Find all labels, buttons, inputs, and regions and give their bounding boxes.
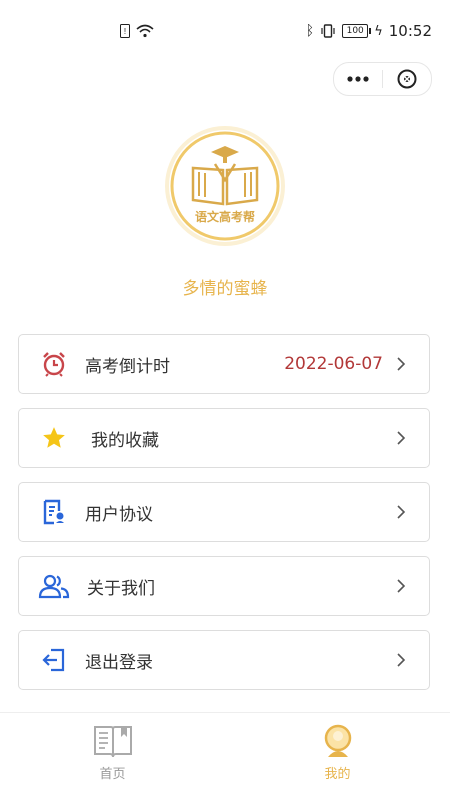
menu-item-countdown[interactable]: 高考倒计时 2022-06-07 [18, 334, 430, 394]
countdown-date: 2022-06-07 [284, 354, 383, 374]
menu-item-user-agreement[interactable]: 用户协议 [18, 482, 430, 542]
logout-icon [37, 643, 71, 677]
users-icon [37, 569, 71, 603]
miniprogram-capsule [333, 62, 432, 96]
vibrate-icon [321, 24, 335, 38]
tab-label: 我的 [324, 767, 351, 782]
chevron-right-icon [397, 505, 406, 519]
agreement-icon [37, 495, 71, 529]
app-logo: 语文高考帮 [163, 124, 287, 248]
chevron-right-icon [397, 431, 406, 445]
tab-bar: 首页 我的 [0, 712, 450, 801]
tab-label: 首页 [99, 767, 126, 782]
sim-icon: ! [120, 24, 130, 38]
profile-icon [324, 724, 351, 757]
clock-time: 10:52 [388, 22, 432, 40]
menu-item-label: 用户协议 [85, 504, 153, 525]
status-right: ᛒ 100 ϟ 10:52 [306, 22, 432, 40]
bluetooth-icon: ᛒ [305, 23, 315, 39]
charging-icon: ϟ [374, 23, 383, 39]
wifi-icon [136, 24, 154, 38]
alarm-clock-icon [37, 347, 71, 381]
tab-home[interactable]: 首页 [0, 713, 225, 801]
menu-item-label: 退出登录 [85, 652, 153, 673]
book-icon [93, 726, 132, 758]
menu-item-favorites[interactable]: 我的收藏 [18, 408, 430, 468]
logo-text: 语文高考帮 [195, 209, 255, 224]
menu-item-label: 高考倒计时 [85, 356, 170, 377]
tab-profile[interactable]: 我的 [225, 713, 450, 801]
username: 多情的蜜蜂 [182, 279, 268, 299]
svg-text:!: ! [124, 27, 126, 36]
chevron-right-icon [397, 653, 406, 667]
menu-item-label: 关于我们 [87, 578, 155, 599]
chevron-right-icon [397, 579, 406, 593]
battery-icon: 100 [342, 24, 372, 38]
more-button[interactable] [334, 63, 382, 95]
chevron-right-icon [397, 357, 406, 371]
more-dots-icon [347, 76, 369, 82]
menu-item-label: 我的收藏 [91, 430, 159, 451]
star-icon [37, 421, 71, 455]
status-left: ! [120, 24, 154, 38]
menu-item-logout[interactable]: 退出登录 [18, 630, 430, 690]
status-bar: ! ᛒ 100 ϟ 10:52 [0, 0, 450, 66]
close-button[interactable] [383, 63, 431, 95]
menu-item-about-us[interactable]: 关于我们 [18, 556, 430, 616]
close-circle-icon [397, 69, 417, 89]
